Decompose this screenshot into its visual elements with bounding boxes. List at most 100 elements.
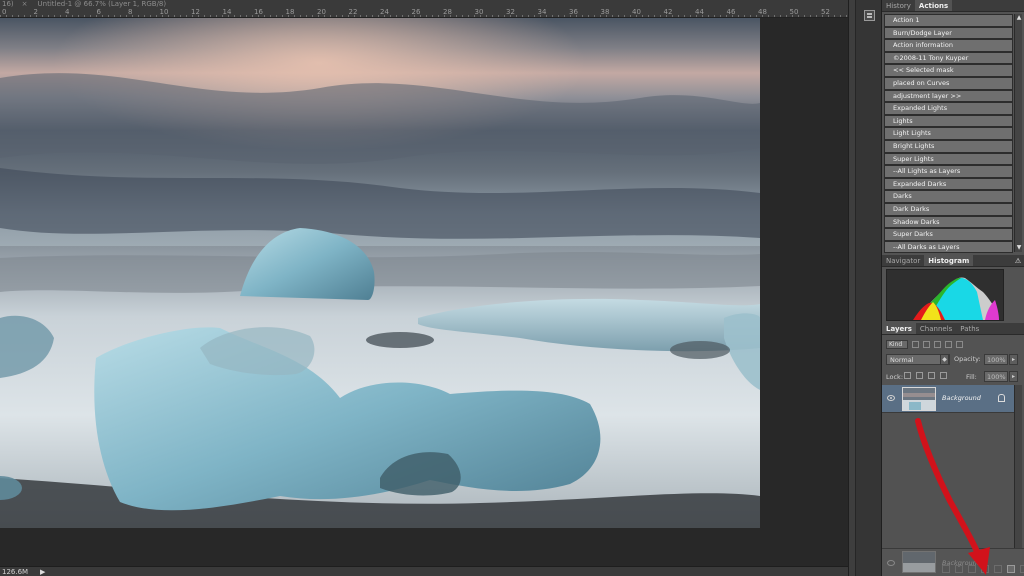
action-item[interactable]: Action 1 bbox=[884, 14, 1013, 27]
ruler-label: 0 bbox=[2, 8, 7, 16]
status-menu-arrow-icon[interactable]: ▶ bbox=[40, 567, 50, 576]
type-filter-icon[interactable] bbox=[934, 340, 941, 348]
blend-mode-dropdown-icon[interactable]: ◆ bbox=[940, 354, 949, 365]
action-item[interactable]: --All Lights as Layers bbox=[884, 165, 1013, 178]
scroll-up-icon[interactable]: ▲ bbox=[1015, 14, 1023, 22]
link-layers-icon[interactable] bbox=[942, 565, 950, 573]
tab-layers-channels[interactable]: Channels bbox=[916, 323, 956, 334]
tab-histo-navigator[interactable]: Navigator bbox=[882, 255, 924, 266]
layer-lock-icon bbox=[998, 394, 1005, 402]
cache-warning-icon[interactable]: ⚠ bbox=[1014, 257, 1022, 265]
action-item[interactable]: adjustment layer >> bbox=[884, 89, 1013, 103]
layers-scrollbar[interactable] bbox=[1014, 385, 1022, 559]
ruler-label: 12 bbox=[191, 8, 200, 16]
ghost-eye-icon bbox=[887, 560, 895, 566]
status-bar: 126.6M ▶ bbox=[0, 566, 848, 576]
seascape-photo bbox=[0, 18, 760, 528]
ruler-label: 46 bbox=[726, 8, 736, 16]
properties-panel-icon[interactable] bbox=[864, 10, 875, 21]
layers-panel: Layers Channels Paths Kind Normal ◆ Opacit… bbox=[882, 323, 1024, 576]
document-tab[interactable]: 16) × Untitled-1 @ 66.7% (Layer 1, RGB/8) bbox=[0, 0, 166, 8]
action-item[interactable]: Dark Darks bbox=[884, 202, 1013, 216]
photoshop-window: 16) × Untitled-1 @ 66.7% (Layer 1, RGB/8) … bbox=[0, 0, 1024, 576]
lock-options bbox=[904, 372, 947, 379]
tab-layers-layers[interactable]: Layers bbox=[882, 323, 916, 334]
fill-field[interactable]: 100% bbox=[984, 371, 1008, 382]
tab-histo-histogram[interactable]: Histogram bbox=[924, 255, 974, 266]
action-item[interactable]: ©2008-11 Tony Kuyper bbox=[884, 51, 1013, 65]
ruler-label: 24 bbox=[380, 8, 389, 16]
histogram-panel: Navigator Histogram ⚠ bbox=[882, 255, 1024, 323]
visibility-eye-icon[interactable] bbox=[887, 395, 895, 401]
collapsed-panel-strip bbox=[855, 0, 882, 576]
action-item[interactable]: Burn/Dodge Layer bbox=[884, 26, 1013, 40]
ruler-label: 44 bbox=[695, 8, 704, 16]
ruler-label: 2 bbox=[33, 8, 38, 16]
lock-pixels-icon[interactable] bbox=[916, 372, 923, 379]
ruler-label: 16 bbox=[254, 8, 263, 16]
lock-label: Lock: bbox=[886, 373, 904, 381]
lock-transparency-icon[interactable] bbox=[904, 372, 911, 379]
delete-layer-icon[interactable] bbox=[1020, 565, 1024, 573]
ruler-label: 22 bbox=[348, 8, 358, 16]
ruler-label: 34 bbox=[537, 8, 547, 16]
ruler-label: 20 bbox=[317, 8, 326, 16]
close-tab-icon[interactable]: × bbox=[22, 0, 28, 8]
lock-all-icon[interactable] bbox=[940, 372, 947, 379]
adjustment-filter-icon[interactable] bbox=[923, 340, 930, 348]
action-item[interactable]: Darks bbox=[884, 190, 1013, 203]
adjustment-layer-icon[interactable] bbox=[981, 565, 989, 573]
actions-panel-tabs: History Actions bbox=[882, 0, 1024, 12]
layer-kind-filter[interactable]: Kind bbox=[886, 339, 908, 349]
lock-position-icon[interactable] bbox=[928, 372, 935, 379]
ruler-label: 48 bbox=[758, 8, 767, 16]
tab-layers-paths[interactable]: Paths bbox=[956, 323, 983, 334]
action-item[interactable]: placed on Curves bbox=[884, 76, 1013, 90]
new-layer-icon[interactable] bbox=[1007, 565, 1015, 573]
action-item[interactable]: --All Darks as Layers bbox=[884, 240, 1013, 254]
ruler-label: 40 bbox=[632, 8, 641, 16]
new-group-icon[interactable] bbox=[994, 565, 1002, 573]
ruler-label: 50 bbox=[789, 8, 799, 16]
action-item[interactable]: Shadow Darks bbox=[884, 215, 1013, 229]
histogram-graph bbox=[886, 269, 1004, 321]
document-tab-prefix: 16) bbox=[2, 0, 14, 8]
fill-label: Fill: bbox=[966, 373, 977, 381]
action-item[interactable]: Expanded Lights bbox=[884, 102, 1013, 115]
ruler-label: 18 bbox=[285, 8, 295, 16]
pixel-filter-icon[interactable] bbox=[912, 340, 919, 348]
layers-bottom-toolbar bbox=[942, 565, 1024, 573]
opacity-field[interactable]: 100% bbox=[984, 354, 1008, 365]
action-item[interactable]: Expanded Darks bbox=[884, 177, 1013, 191]
ruler-label: 14 bbox=[222, 8, 232, 16]
action-item[interactable]: Action information bbox=[884, 39, 1013, 52]
layer-row-background[interactable]: Background bbox=[882, 385, 1014, 413]
layers-panel-tabs: Layers Channels Paths bbox=[882, 323, 1024, 335]
scroll-down-icon[interactable]: ▼ bbox=[1015, 244, 1023, 252]
opacity-dropdown-icon[interactable]: ▸ bbox=[1009, 354, 1018, 365]
actions-panel: History Actions Action 1 Burn/Dodge Layer A… bbox=[882, 0, 1024, 254]
tab-actions-history[interactable]: History bbox=[882, 0, 915, 11]
fill-dropdown-icon[interactable]: ▸ bbox=[1009, 371, 1018, 382]
action-item[interactable]: Light Lights bbox=[884, 127, 1013, 140]
document-image[interactable] bbox=[0, 18, 760, 528]
layers-list: Background bbox=[882, 385, 1024, 559]
smart-object-filter-icon[interactable] bbox=[956, 340, 963, 348]
add-mask-icon[interactable] bbox=[968, 565, 976, 573]
ruler-label: 10 bbox=[159, 8, 169, 16]
layer-style-icon[interactable] bbox=[955, 565, 963, 573]
actions-scrollbar[interactable]: ▲ ▼ bbox=[1014, 14, 1022, 252]
ruler-label: 52 bbox=[821, 8, 830, 16]
opacity-label: Opacity: bbox=[954, 355, 981, 363]
tab-actions-actions[interactable]: Actions bbox=[914, 0, 953, 11]
action-item[interactable]: << Selected mask bbox=[884, 64, 1013, 77]
canvas-vertical-scrollbar[interactable] bbox=[848, 0, 855, 576]
ruler-label: 38 bbox=[600, 8, 610, 16]
action-item[interactable]: Super Darks bbox=[884, 228, 1013, 241]
layer-name[interactable]: Background bbox=[942, 394, 981, 402]
action-item[interactable]: Super Lights bbox=[884, 152, 1013, 166]
layer-filter-row: Kind bbox=[886, 337, 963, 351]
shape-filter-icon[interactable] bbox=[945, 340, 952, 348]
action-item[interactable]: Lights bbox=[884, 114, 1013, 128]
action-item[interactable]: Bright Lights bbox=[884, 139, 1013, 153]
